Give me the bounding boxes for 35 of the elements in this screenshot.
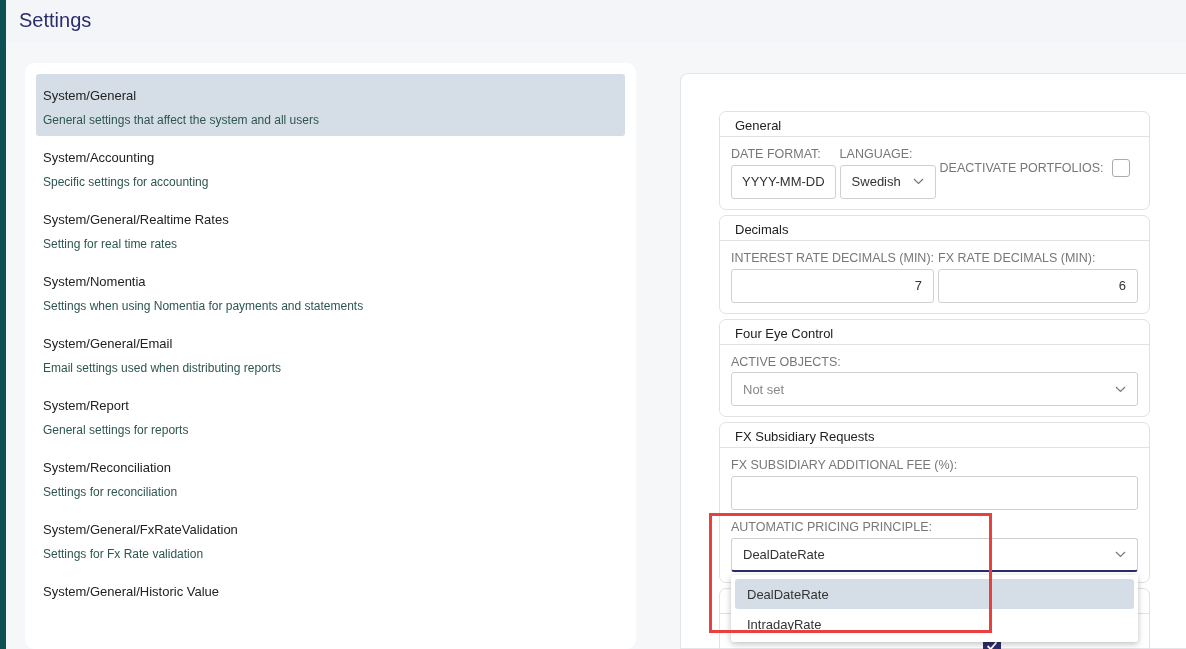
category-item[interactable]: System/General General settings that affect the system and all users	[36, 74, 625, 136]
section-title: FX Subsidiary Requests	[720, 423, 1149, 449]
category-item[interactable]: System/Report General settings for reports	[36, 384, 625, 446]
dropdown[interactable]: DealDateRate	[731, 537, 1138, 572]
input-field[interactable]	[731, 476, 1138, 510]
dropdown[interactable]: Swedish	[839, 164, 936, 199]
checkbox[interactable]	[1111, 159, 1130, 178]
field-label: DATE FORMAT:	[731, 146, 822, 163]
page-title: Settings	[18, 8, 93, 33]
dropdown-option[interactable]: IntradayRate	[735, 608, 1134, 639]
input-field[interactable]: 6	[938, 268, 1138, 303]
field-label: FX RATE DECIMALS (MIN):	[938, 249, 1097, 267]
section-title: General	[720, 112, 1149, 137]
field-label: DEACTIVATE PORTFOLIOS:	[939, 160, 1104, 177]
chevron-down-icon	[1115, 550, 1126, 558]
field-label: INTEREST RATE DECIMALS (MIN):	[731, 249, 935, 267]
category-item[interactable]: System/Accounting Specific settings for accounting	[36, 136, 625, 198]
dropdown-option[interactable]: DealDateRate	[735, 578, 1134, 609]
section-title: Decimals	[720, 215, 1149, 241]
category-item[interactable]: System/General/FxRateValidation Settings for Fx Rate validation	[36, 508, 625, 570]
chevron-down-icon	[1115, 385, 1126, 393]
category-item[interactable]: System/Nomentia Settings when using Nomentia for payments and statements	[36, 260, 625, 322]
input-field[interactable]: YYYY-MM-DD	[731, 164, 836, 199]
category-item[interactable]: System/General/Email Email settings used when distributing reports	[36, 322, 625, 384]
chevron-down-icon	[912, 178, 924, 186]
field-label: AUTOMATIC PRICING PRINCIPLE:	[731, 519, 933, 536]
dropdown[interactable]: Not set	[731, 372, 1138, 407]
field-label: FX SUBSIDIARY ADDITIONAL FEE (%):	[731, 457, 959, 475]
field-label: ACTIVE OBJECTS:	[731, 353, 842, 371]
category-item[interactable]: System/Reconciliation Settings for reconciliation	[36, 446, 625, 508]
field-label: LANGUAGE:	[839, 146, 914, 163]
category-item[interactable]: System/General/Historic Value	[36, 570, 625, 632]
category-item[interactable]: System/General/Realtime Rates Setting for real time rates	[36, 198, 625, 260]
section-title: Four Eye Control	[720, 319, 1149, 345]
input-field[interactable]: 7	[731, 268, 935, 303]
